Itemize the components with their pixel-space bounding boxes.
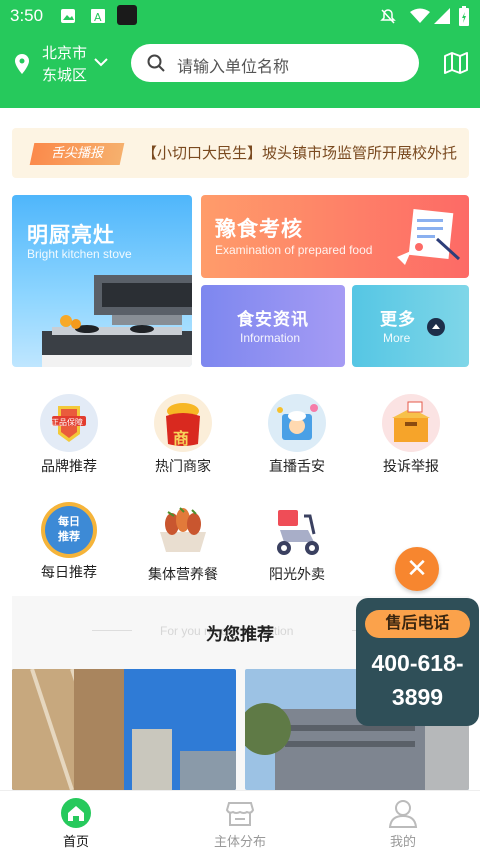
exam-subtitle: Examination of prepared food xyxy=(215,243,373,257)
map-icon[interactable] xyxy=(444,52,468,74)
search-input[interactable]: 请输入单位名称 xyxy=(177,53,289,77)
district-label: 东城区 xyxy=(42,67,88,84)
tab-label-distribution: 主体分布 xyxy=(213,834,266,849)
search-bar[interactable]: 请输入单位名称 xyxy=(131,44,419,82)
info-subtitle: Information xyxy=(240,331,301,345)
brand-badge-text: 正品保障 xyxy=(51,418,83,427)
close-icon: ✕ xyxy=(406,554,428,584)
exam-card[interactable]: 豫食考核 Examination of prepared food xyxy=(201,195,469,278)
hotline-label: 售后电话 xyxy=(365,610,470,638)
grid-item-delivery[interactable]: 阳光外卖 xyxy=(247,502,347,584)
recommend-photo[interactable] xyxy=(12,669,236,790)
close-button[interactable]: ✕ xyxy=(395,547,439,591)
exam-paper-icon xyxy=(397,209,461,265)
kitchen-title: 明厨亮灶 xyxy=(27,224,115,247)
info-card[interactable]: 食安资讯 Information xyxy=(201,285,345,367)
signal-icon xyxy=(434,8,450,24)
live-chef-icon xyxy=(268,394,326,452)
info-title: 食安资讯 xyxy=(237,310,309,329)
grid-item-complaint[interactable]: 投诉举报 xyxy=(361,394,461,476)
hotline-number[interactable]: 400-618- 3899 xyxy=(356,646,479,714)
svg-text:A: A xyxy=(94,11,102,24)
grid-item-merchant[interactable]: 商 热门商家 xyxy=(133,394,233,476)
more-card[interactable]: 更多 More xyxy=(352,285,469,367)
mute-icon xyxy=(380,9,396,24)
grid-item-live[interactable]: 直播舌安 xyxy=(247,394,347,476)
meal-basket-icon xyxy=(154,502,212,560)
store-icon xyxy=(224,797,256,829)
ticker-headline[interactable]: 【小切口大民生】坡头镇市场监管所开展校外托 xyxy=(142,142,457,163)
chevron-down-icon[interactable] xyxy=(94,57,108,67)
stove-illustration-icon xyxy=(42,275,192,367)
delivery-scooter-icon xyxy=(268,502,326,560)
battery-icon xyxy=(459,6,469,26)
daily-badge-text: 每日 推荐 xyxy=(58,515,80,543)
grid-label-complaint: 投诉举报 xyxy=(383,458,439,474)
more-subtitle: More xyxy=(383,331,411,345)
exam-title: 豫食考核 xyxy=(215,218,303,241)
more-title: 更多 xyxy=(380,310,416,329)
tab-home[interactable]: 首页 xyxy=(16,791,136,850)
grid-label-merchant: 热门商家 xyxy=(155,458,211,474)
grid-item-meal[interactable]: 集体营养餐 xyxy=(133,502,233,584)
tab-profile[interactable]: 我的 xyxy=(343,791,463,850)
hotline-widget[interactable]: 售后电话 400-618- 3899 xyxy=(356,598,479,726)
grid-label-brand: 品牌推荐 xyxy=(41,458,97,474)
daily-badge-icon: 每日 推荐 xyxy=(41,502,97,558)
app-icon xyxy=(117,5,137,25)
kitchen-card[interactable]: 明厨亮灶 Bright kitchen stove xyxy=(12,195,192,367)
city-label: 北京市 xyxy=(42,45,88,62)
complaint-box-icon xyxy=(382,394,440,452)
news-ticker[interactable]: 舌尖播报 【小切口大民生】坡头镇市场监管所开展校外托 xyxy=(12,128,469,178)
grid-label-delivery: 阳光外卖 xyxy=(269,566,325,582)
status-time: 3:50 xyxy=(10,6,44,25)
wifi-icon xyxy=(410,8,430,23)
merchant-badge-text: 商 xyxy=(173,429,190,448)
bottom-tab-bar: 首页 主体分布 我的 xyxy=(0,790,480,853)
arrow-up-icon xyxy=(427,318,445,336)
kitchen-subtitle: Bright kitchen stove xyxy=(27,247,132,261)
gallery-icon xyxy=(61,9,75,23)
grid-item-brand[interactable]: 正品保障 品牌推荐 xyxy=(19,394,119,476)
location-selector[interactable]: 北京市 东城区 xyxy=(42,43,87,87)
grid-item-daily[interactable]: 每日 推荐 每日推荐 xyxy=(19,502,119,582)
tab-label-profile: 我的 xyxy=(389,834,416,849)
ticker-tag: 舌尖播报 xyxy=(29,143,125,165)
font-icon: A xyxy=(91,9,105,24)
location-pin-icon[interactable] xyxy=(14,54,30,74)
grid-label-live: 直播舌安 xyxy=(269,458,325,474)
tab-distribution[interactable]: 主体分布 xyxy=(180,791,300,850)
profile-icon xyxy=(387,797,419,829)
grid-label-meal: 集体营养餐 xyxy=(148,566,218,582)
merchant-bag-icon: 商 xyxy=(154,394,212,452)
search-icon xyxy=(147,54,165,72)
app-header: 北京市 东城区 请输入单位名称 xyxy=(0,32,480,108)
grid-label-daily: 每日推荐 xyxy=(41,564,97,580)
tab-label-home: 首页 xyxy=(62,834,89,849)
home-icon xyxy=(60,797,92,829)
brand-badge-icon: 正品保障 xyxy=(40,394,98,452)
status-bar: 3:50 A xyxy=(0,0,480,32)
